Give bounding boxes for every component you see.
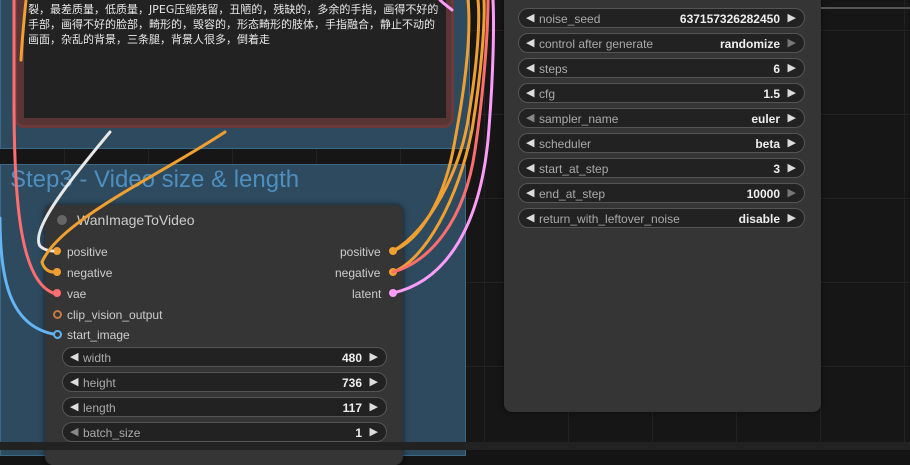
link-top-mid <box>438 0 454 12</box>
link-negative-out-b <box>391 0 490 274</box>
link-negative-out-a <box>391 0 486 274</box>
link-image-in <box>0 216 55 336</box>
link-top-left <box>19 0 28 62</box>
link-negative-in <box>40 130 227 274</box>
link-positive-in <box>37 130 112 253</box>
link-positive-out-b <box>391 0 481 253</box>
connection-links <box>0 0 495 336</box>
